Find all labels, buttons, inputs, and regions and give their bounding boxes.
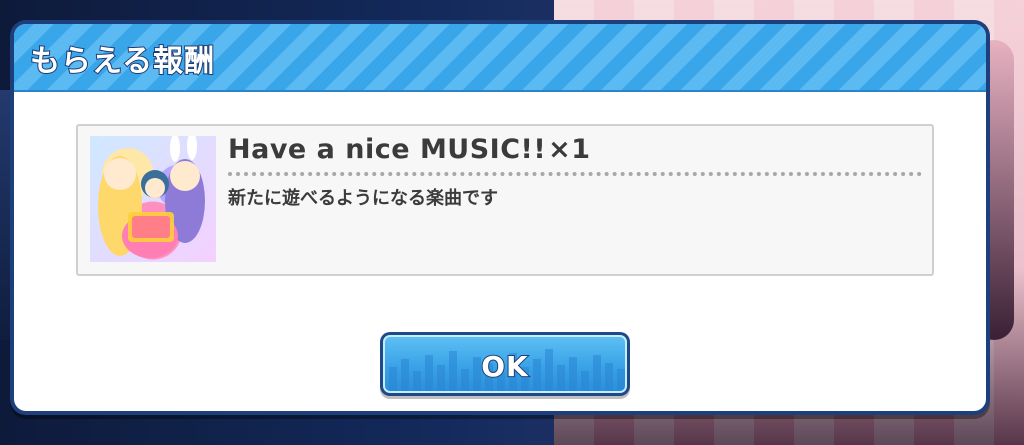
reward-item-card: Have a nice MUSIC!!×1 新たに遊べるようになる楽曲です	[76, 124, 934, 276]
ok-button-face[interactable]: OK	[383, 335, 627, 393]
reward-description: 新たに遊べるようになる楽曲です	[228, 188, 498, 209]
dialog-header: もらえる報酬	[14, 24, 986, 92]
reward-dialog-body: もらえる報酬 Have a nice MUSIC!!×1 新たに遊べるようになる…	[14, 24, 986, 411]
ok-button[interactable]: OK	[380, 332, 630, 396]
reward-title: Have a nice MUSIC!!	[228, 134, 547, 165]
album-art-image	[98, 136, 205, 258]
reward-name: Have a nice MUSIC!!×1	[228, 134, 591, 165]
reward-thumbnail	[90, 136, 216, 262]
dialog-title: もらえる報酬	[29, 43, 216, 80]
reward-dialog: もらえる報酬 Have a nice MUSIC!!×1 新たに遊べるようになる…	[10, 20, 990, 415]
reward-divider	[228, 172, 922, 176]
reward-quantity: ×1	[548, 134, 591, 165]
ok-button-label: OK	[480, 349, 529, 384]
